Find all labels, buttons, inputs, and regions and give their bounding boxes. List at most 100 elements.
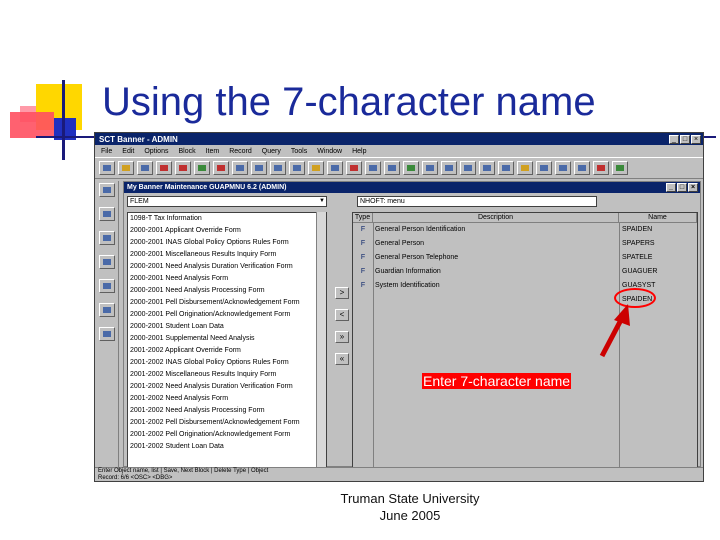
- tool-icon-23[interactable]: [517, 161, 533, 175]
- grid-cell-name[interactable]: SPATELE: [619, 251, 697, 265]
- table-row[interactable]: F General Person SPAPERS: [353, 237, 697, 251]
- list-item[interactable]: 2001-2002 Pell Disbursement/Acknowledgem…: [128, 417, 326, 429]
- tool-icon-20[interactable]: [460, 161, 476, 175]
- grid-cell-type[interactable]: F: [353, 237, 373, 251]
- grid-cell-description[interactable]: System Identification: [373, 279, 619, 293]
- tool-icon-27[interactable]: [593, 161, 609, 175]
- menu-file[interactable]: File: [101, 148, 112, 155]
- tool-icon-17[interactable]: [403, 161, 419, 175]
- menu-options[interactable]: Options: [144, 148, 168, 155]
- form-maximize-button[interactable]: □: [677, 183, 687, 192]
- execute-query-icon[interactable]: [251, 161, 267, 175]
- left-tool-icon-1[interactable]: [99, 183, 115, 197]
- tool-icon-15[interactable]: [365, 161, 381, 175]
- menu-edit[interactable]: Edit: [122, 148, 134, 155]
- remove-record-icon[interactable]: [213, 161, 229, 175]
- list-item[interactable]: 2000-2001 Supplemental Need Analysis: [128, 333, 326, 345]
- next-block-icon[interactable]: [175, 161, 191, 175]
- add-all-button[interactable]: »: [335, 331, 349, 343]
- grid-cell-type[interactable]: F: [353, 265, 373, 279]
- menu-record[interactable]: Record: [229, 148, 252, 155]
- list-item[interactable]: 2000-2001 Pell Disbursement/Acknowledgem…: [128, 297, 326, 309]
- list-item[interactable]: 2000-2001 Miscellaneous Results Inquiry …: [128, 249, 326, 261]
- list-item[interactable]: 2000-2001 Applicant Override Form: [128, 225, 326, 237]
- grid-cell-type[interactable]: F: [353, 223, 373, 237]
- grid-cell-name[interactable]: SPAPERS: [619, 237, 697, 251]
- list-item[interactable]: 2001-2002 Pell Origination/Acknowledgeme…: [128, 429, 326, 441]
- tool-icon-21[interactable]: [479, 161, 495, 175]
- tool-icon-13[interactable]: [327, 161, 343, 175]
- tool-icon-25[interactable]: [555, 161, 571, 175]
- tool-icon-18[interactable]: [422, 161, 438, 175]
- list-item[interactable]: 2001-2002 Miscellaneous Results Inquiry …: [128, 369, 326, 381]
- menu-window[interactable]: Window: [317, 148, 342, 155]
- grid-cell-name[interactable]: GUAGUER: [619, 265, 697, 279]
- list-item[interactable]: 2000-2001 Need Analysis Processing Form: [128, 285, 326, 297]
- save-icon[interactable]: [99, 161, 115, 175]
- add-arrow-button[interactable]: >: [335, 287, 349, 299]
- object-type-dropdown[interactable]: FLEM: [127, 195, 327, 207]
- grid-cell-description[interactable]: [373, 293, 619, 307]
- minimize-button[interactable]: _: [669, 134, 679, 144]
- left-tool-icon-2[interactable]: [99, 207, 115, 221]
- tool-icon-16[interactable]: [384, 161, 400, 175]
- tool-icon-14[interactable]: [346, 161, 362, 175]
- tool-icon-24[interactable]: [536, 161, 552, 175]
- remove-all-button[interactable]: «: [335, 353, 349, 365]
- left-tool-icon-3[interactable]: [99, 231, 115, 245]
- list-item[interactable]: 2001-2002 INAS Global Policy Options Rul…: [128, 357, 326, 369]
- grid-cell-description[interactable]: General Person Identification: [373, 223, 619, 237]
- maximize-button[interactable]: □: [680, 134, 690, 144]
- close-button[interactable]: ×: [691, 134, 701, 144]
- form-minimize-button[interactable]: _: [666, 183, 676, 192]
- menu-item[interactable]: Item: [206, 148, 220, 155]
- object-list-scrollbar[interactable]: [316, 212, 326, 468]
- grid-cell-description[interactable]: General Person Telephone: [373, 251, 619, 265]
- tool-icon-22[interactable]: [498, 161, 514, 175]
- table-row[interactable]: F General Person Telephone SPATELE: [353, 251, 697, 265]
- object-list[interactable]: 1098-T Tax Information 2000-2001 Applican…: [127, 212, 327, 468]
- insert-record-icon[interactable]: [194, 161, 210, 175]
- cancel-query-icon[interactable]: [270, 161, 286, 175]
- left-tool-icon-4[interactable]: [99, 255, 115, 269]
- table-row[interactable]: F General Person Identification SPAIDEN: [353, 223, 697, 237]
- list-item[interactable]: 2001-2002 Need Analysis Duration Verific…: [128, 381, 326, 393]
- menu-help[interactable]: Help: [352, 148, 366, 155]
- enter-query-icon[interactable]: [232, 161, 248, 175]
- list-item[interactable]: 2000-2001 INAS Global Policy Options Rul…: [128, 237, 326, 249]
- list-item[interactable]: 2001-2002 Student Loan Data: [128, 441, 326, 453]
- list-item[interactable]: 2001-2002 Need Analysis Form: [128, 393, 326, 405]
- tool-icon-19[interactable]: [441, 161, 457, 175]
- remove-arrow-button[interactable]: <: [335, 309, 349, 321]
- list-item[interactable]: 2000-2001 Pell Origination/Acknowledgeme…: [128, 309, 326, 321]
- tool-icon-26[interactable]: [574, 161, 590, 175]
- list-item[interactable]: 2001-2002 Applicant Override Form: [128, 345, 326, 357]
- grid-cell-description[interactable]: General Person: [373, 237, 619, 251]
- list-item[interactable]: 2001-2002 Need Analysis Processing Form: [128, 405, 326, 417]
- previous-block-icon[interactable]: [156, 161, 172, 175]
- grid-cell-type[interactable]: F: [353, 251, 373, 265]
- menu-query[interactable]: Query: [262, 148, 281, 155]
- menu-tools[interactable]: Tools: [291, 148, 307, 155]
- menu-block[interactable]: Block: [178, 148, 195, 155]
- grid-cell-description[interactable]: Guardian Information: [373, 265, 619, 279]
- list-item[interactable]: 2000-2001 Student Loan Data: [128, 321, 326, 333]
- tool-icon-28[interactable]: [612, 161, 628, 175]
- grid-cell-type[interactable]: F: [353, 279, 373, 293]
- left-tool-icon-6[interactable]: [99, 303, 115, 317]
- list-item[interactable]: 2000-2001 Need Analysis Form: [128, 273, 326, 285]
- list-item[interactable]: 1098-T Tax Information: [128, 213, 326, 225]
- grid-cell-name[interactable]: SPAIDEN: [619, 223, 697, 237]
- exit-icon[interactable]: [289, 161, 305, 175]
- print-icon[interactable]: [137, 161, 153, 175]
- left-tool-icon-7[interactable]: [99, 327, 115, 341]
- left-tool-icon-5[interactable]: [99, 279, 115, 293]
- status-line-2: Record: 6/6 <OSC> <DBG>: [98, 475, 173, 481]
- help-icon[interactable]: [308, 161, 324, 175]
- table-row[interactable]: F Guardian Information GUAGUER: [353, 265, 697, 279]
- grid-cell-type[interactable]: [353, 293, 373, 307]
- form-close-button[interactable]: ×: [688, 183, 698, 192]
- rollback-icon[interactable]: [118, 161, 134, 175]
- list-item[interactable]: 2000-2001 Need Analysis Duration Verific…: [128, 261, 326, 273]
- menu-name-field[interactable]: NHOFT: menu: [357, 195, 597, 207]
